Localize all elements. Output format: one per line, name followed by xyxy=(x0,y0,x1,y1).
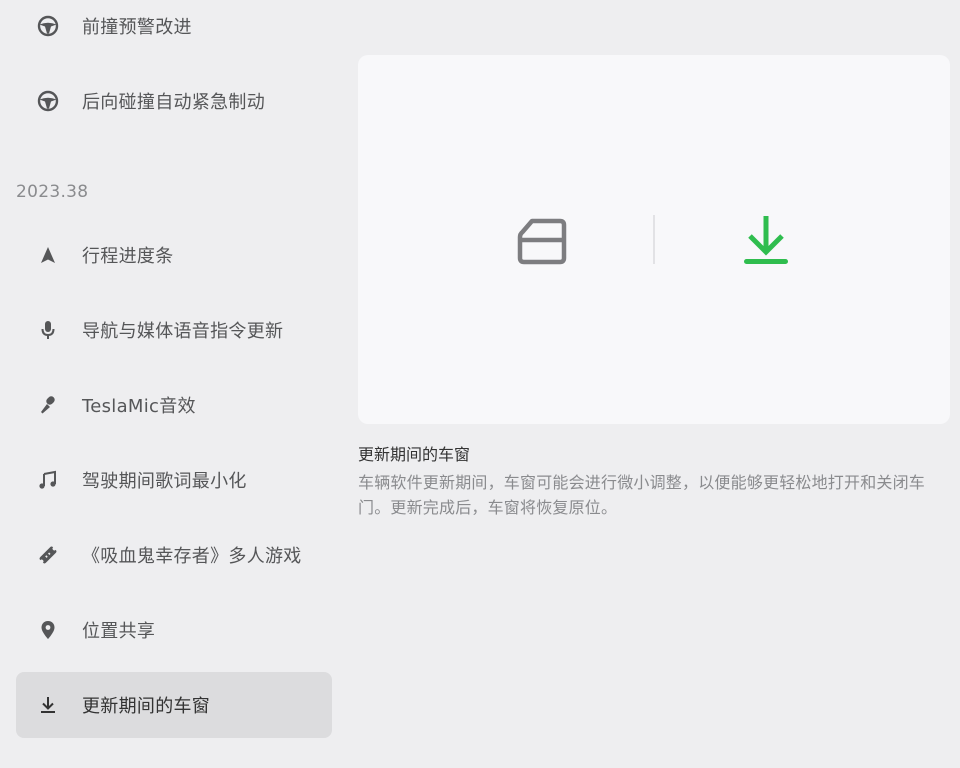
sidebar-item-lyrics-minimize[interactable]: 驾驶期间歌词最小化 xyxy=(16,447,332,513)
steering-wheel-icon xyxy=(36,89,60,113)
sidebar-item-label: TeslaMic音效 xyxy=(82,396,196,417)
preview-divider xyxy=(653,215,655,264)
sidebar-item-voice-commands[interactable]: 导航与媒体语音指令更新 xyxy=(16,297,332,363)
feature-preview-card xyxy=(358,55,950,424)
download-icon xyxy=(36,693,60,717)
game-ticket-icon xyxy=(36,543,60,567)
sidebar-item-windows-during-update[interactable]: 更新期间的车窗 xyxy=(16,672,332,738)
sidebar-item-label: 导航与媒体语音指令更新 xyxy=(82,321,284,342)
feature-description: 车辆软件更新期间，车窗可能会进行微小调整，以便能够更轻松地打开和关闭车门。更新完… xyxy=(358,473,926,517)
feature-title: 更新期间的车窗 xyxy=(358,445,471,464)
sidebar: 前撞预警改进 后向碰撞自动紧急制动 2023.38 行程进度条 导航与媒体语音指… xyxy=(0,0,345,768)
sidebar-item-trip-progress[interactable]: 行程进度条 xyxy=(16,222,332,288)
sidebar-item-label: 驾驶期间歌词最小化 xyxy=(82,471,247,492)
sidebar-item-label: 更新期间的车窗 xyxy=(82,696,211,717)
car-window-icon xyxy=(516,215,568,267)
sidebar-item-teslamic[interactable]: TeslaMic音效 xyxy=(16,372,332,438)
sidebar-item-label: 后向碰撞自动紧急制动 xyxy=(82,92,265,113)
sidebar-item-location-sharing[interactable]: 位置共享 xyxy=(16,597,332,663)
sidebar-item-label: 位置共享 xyxy=(82,621,156,642)
sidebar-item-label: 《吸血鬼幸存者》多人游戏 xyxy=(82,546,302,567)
sidebar-item-front-collision-warning[interactable]: 前撞预警改进 xyxy=(16,0,332,59)
location-pin-icon xyxy=(36,618,60,642)
version-heading: 2023.38 xyxy=(16,182,89,202)
pen-mic-icon xyxy=(36,393,60,417)
sidebar-item-rear-collision-braking[interactable]: 后向碰撞自动紧急制动 xyxy=(16,68,332,134)
steering-wheel-icon xyxy=(36,14,60,38)
microphone-icon xyxy=(36,318,60,342)
sidebar-item-vampire-survivors[interactable]: 《吸血鬼幸存者》多人游戏 xyxy=(16,522,332,588)
sidebar-item-label: 前撞预警改进 xyxy=(82,17,192,38)
navigation-arrow-icon xyxy=(36,243,60,267)
music-note-icon xyxy=(36,468,60,492)
download-icon xyxy=(740,214,792,268)
sidebar-item-label: 行程进度条 xyxy=(82,246,174,267)
